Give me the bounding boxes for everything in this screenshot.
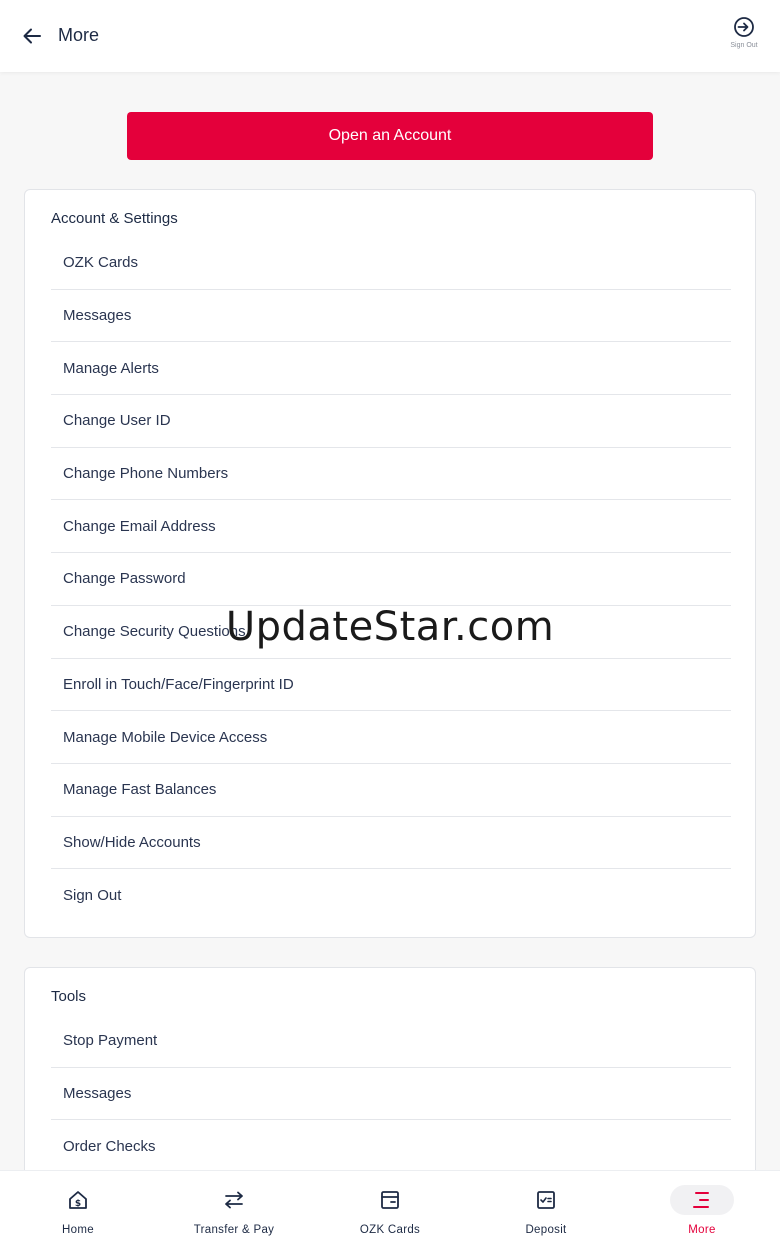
- menu-item-manage-alerts[interactable]: Manage Alerts: [51, 342, 731, 396]
- menu-item-messages[interactable]: Messages: [51, 290, 731, 343]
- menu-item-change-user-id[interactable]: Change User ID: [51, 395, 731, 448]
- menu-item-sign-out[interactable]: Sign Out: [51, 869, 731, 922]
- tools-list: Stop Payment Messages Order Checks: [51, 1015, 731, 1170]
- open-account-button[interactable]: Open an Account: [127, 112, 653, 160]
- nav-more[interactable]: More: [624, 1171, 780, 1248]
- nav-transfer-pay[interactable]: Transfer & Pay: [156, 1171, 312, 1248]
- back-button[interactable]: [20, 24, 44, 48]
- menu-item-ozk-cards[interactable]: OZK Cards: [51, 237, 731, 290]
- account-settings-title: Account & Settings: [51, 210, 178, 227]
- account-settings-list: OZK Cards Messages Manage Alerts Change …: [51, 237, 731, 922]
- tools-title: Tools: [51, 988, 87, 1005]
- menu-item-change-phone-numbers[interactable]: Change Phone Numbers: [51, 448, 731, 501]
- tools-card: Tools Stop Payment Messages Order Checks: [24, 967, 756, 1170]
- menu-item-manage-mobile-device-access[interactable]: Manage Mobile Device Access: [51, 711, 731, 764]
- nav-deposit-label: Deposit: [525, 1224, 567, 1236]
- watermark-text: UpdateStar.com: [225, 604, 555, 650]
- menu-icon: [693, 1192, 709, 1208]
- nav-ozk-cards[interactable]: OZK Cards: [312, 1171, 468, 1248]
- nav-home-label: Home: [62, 1224, 94, 1236]
- nav-more-label: More: [688, 1224, 716, 1236]
- bottom-nav: $ Home Transfer & Pay OZK Cards Deposit …: [0, 1170, 780, 1248]
- menu-item-stop-payment[interactable]: Stop Payment: [51, 1015, 731, 1068]
- menu-item-tools-messages[interactable]: Messages: [51, 1068, 731, 1121]
- nav-home[interactable]: $ Home: [0, 1171, 156, 1248]
- menu-item-change-email-address[interactable]: Change Email Address: [51, 500, 731, 554]
- transfer-arrows-icon: [225, 1191, 243, 1209]
- sign-out-button[interactable]: Sign Out: [724, 16, 764, 58]
- top-bar: More Sign Out: [0, 0, 780, 72]
- nav-deposit[interactable]: Deposit: [468, 1171, 624, 1248]
- home-dollar-icon: $: [69, 1191, 87, 1209]
- sign-out-label: Sign Out: [730, 42, 758, 49]
- menu-item-order-checks[interactable]: Order Checks: [51, 1120, 731, 1170]
- card-icon: [381, 1191, 399, 1209]
- menu-item-change-password[interactable]: Change Password: [51, 553, 731, 606]
- menu-item-manage-fast-balances[interactable]: Manage Fast Balances: [51, 764, 731, 817]
- menu-item-enroll-biometric-id[interactable]: Enroll in Touch/Face/Fingerprint ID: [51, 659, 731, 712]
- app-root: More Sign Out Open an Account Account & …: [0, 0, 780, 1248]
- check-deposit-icon: [537, 1191, 555, 1209]
- svg-text:$: $: [75, 1199, 81, 1209]
- nav-transfer-pay-label: Transfer & Pay: [193, 1224, 275, 1236]
- account-settings-card: Account & Settings OZK Cards Messages Ma…: [24, 189, 756, 938]
- arrow-left-icon: [23, 28, 41, 44]
- sign-out-icon: [734, 17, 754, 37]
- menu-item-show-hide-accounts[interactable]: Show/Hide Accounts: [51, 817, 731, 870]
- page-title: More: [58, 25, 100, 45]
- nav-ozk-cards-label: OZK Cards: [359, 1224, 421, 1236]
